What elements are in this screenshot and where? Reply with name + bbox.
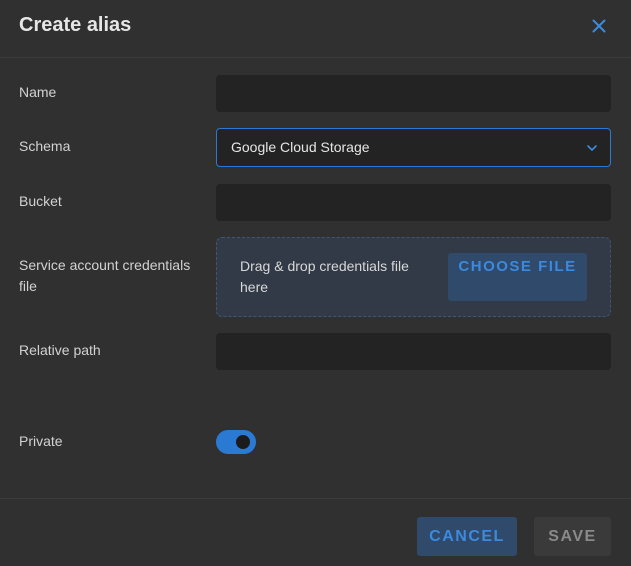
create-alias-dialog: Create alias Name Schema Google Cloud St… (0, 0, 631, 566)
dialog-header: Create alias (0, 0, 631, 58)
dropzone-text: Drag & drop credentials file here (240, 258, 409, 295)
dialog-footer: CANCEL SAVE (0, 498, 631, 566)
schema-selected-value: Google Cloud Storage (231, 139, 370, 155)
cancel-button[interactable]: CANCEL (417, 517, 517, 556)
credentials-label: Service account credentials file (19, 257, 191, 294)
name-input[interactable] (216, 75, 611, 112)
choose-file-button[interactable]: CHOOSE FILE (448, 253, 587, 301)
relative-path-label: Relative path (19, 342, 101, 358)
schema-select[interactable]: Google Cloud Storage (216, 128, 611, 167)
private-label: Private (19, 433, 63, 449)
relative-path-input[interactable] (216, 333, 611, 370)
close-icon (592, 19, 606, 33)
save-button[interactable]: SAVE (534, 517, 611, 556)
bucket-label: Bucket (19, 193, 62, 209)
toggle-knob (236, 435, 250, 449)
bucket-input[interactable] (216, 184, 611, 221)
dialog-title: Create alias (19, 14, 132, 36)
name-label: Name (19, 84, 57, 100)
chevron-down-icon (587, 145, 597, 151)
close-button[interactable] (588, 15, 610, 37)
schema-label: Schema (19, 138, 71, 154)
private-toggle[interactable] (216, 430, 256, 454)
credentials-dropzone[interactable]: Drag & drop credentials file here CHOOSE… (216, 237, 611, 317)
